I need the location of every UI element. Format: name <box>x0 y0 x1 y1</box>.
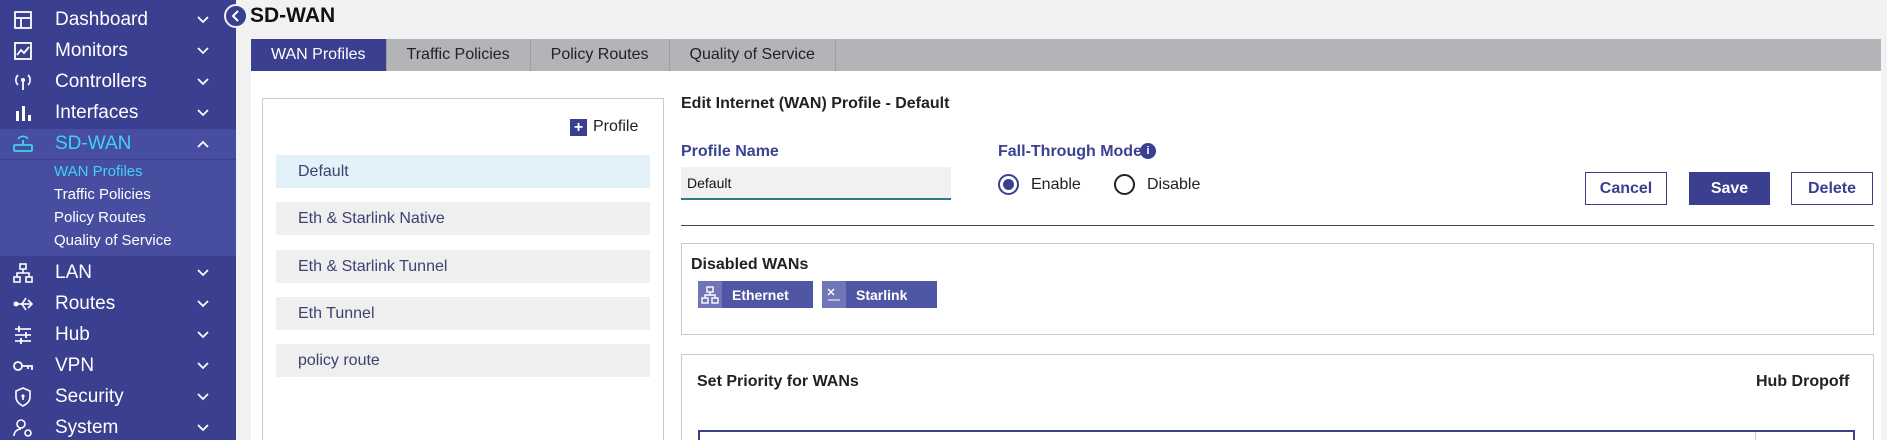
sdwan-icon <box>12 133 34 155</box>
chevron-down-icon <box>197 362 209 370</box>
sidebar-item-dashboard[interactable]: Dashboard <box>0 5 236 35</box>
sidebar-item-sdwan[interactable]: SD-WAN <box>0 129 236 159</box>
disabled-wans-title: Disabled WANs <box>691 256 809 273</box>
satellite-icon <box>822 281 846 308</box>
sidebar-item-hub[interactable]: Hub <box>0 320 236 350</box>
sidebar-collapse-button[interactable] <box>224 4 248 28</box>
divider <box>681 225 1874 226</box>
sidebar-item-routes[interactable]: Routes <box>0 289 236 319</box>
chevron-down-icon <box>197 393 209 401</box>
submenu-item-policy-routes[interactable]: Policy Routes <box>54 209 146 226</box>
profile-name-input[interactable] <box>681 167 951 200</box>
app-root: Dashboard Monitors Controllers Interface… <box>0 0 1887 440</box>
sidebar-item-label: Interfaces <box>55 102 139 123</box>
chevron-down-icon <box>197 16 209 24</box>
sidebar-item-label: Dashboard <box>55 9 148 30</box>
info-icon[interactable]: i <box>1140 143 1156 159</box>
hub-icon <box>12 324 34 346</box>
lan-icon <box>12 262 34 284</box>
chevron-up-icon <box>197 140 209 148</box>
save-button[interactable]: Save <box>1689 172 1770 205</box>
sidebar-item-label: System <box>55 417 119 438</box>
page-title: SD-WAN <box>250 4 336 27</box>
profile-item[interactable]: Eth & Starlink Native <box>276 202 650 235</box>
tab-traffic-policies[interactable]: Traffic Policies <box>387 39 531 71</box>
routes-icon <box>12 293 34 315</box>
chevron-down-icon <box>197 78 209 86</box>
submenu-item-wan-profiles[interactable]: WAN Profiles <box>54 163 143 180</box>
submenu-item-traffic-policies[interactable]: Traffic Policies <box>54 186 151 203</box>
network-icon <box>698 281 722 308</box>
sidebar-item-system[interactable]: System <box>0 413 236 440</box>
sidebar-item-security[interactable]: Security <box>0 382 236 412</box>
sidebar-item-label: Hub <box>55 324 90 345</box>
hub-dropoff-label: Hub Dropoff <box>1756 373 1850 390</box>
radio-label: Disable <box>1147 175 1201 193</box>
plus-icon: + <box>570 118 587 136</box>
wan-chip-starlink[interactable]: Starlink <box>822 281 937 308</box>
chevron-down-icon <box>197 424 209 432</box>
sidebar-item-monitors[interactable]: Monitors <box>0 36 236 66</box>
radio-unselected-icon <box>1114 174 1135 195</box>
sidebar-item-vpn[interactable]: VPN <box>0 351 236 381</box>
sidebar-item-label: VPN <box>55 355 95 376</box>
chevron-down-icon <box>197 47 209 55</box>
sdwan-submenu: WAN Profiles Traffic Policies Policy Rou… <box>0 160 236 256</box>
delete-button[interactable]: Delete <box>1791 172 1873 205</box>
submenu-item-quality-of-service[interactable]: Quality of Service <box>54 232 172 249</box>
table-column-divider <box>1755 432 1756 440</box>
profile-item[interactable]: policy route <box>276 344 650 377</box>
chevron-down-icon <box>197 300 209 308</box>
cancel-button[interactable]: Cancel <box>1585 172 1667 205</box>
sidebar-item-controllers[interactable]: Controllers <box>0 67 236 97</box>
fall-through-mode-label: Fall-Through Mode <box>998 143 1142 160</box>
chevron-down-icon <box>197 331 209 339</box>
monitors-icon <box>12 40 34 62</box>
interfaces-icon <box>12 102 34 124</box>
set-priority-title: Set Priority for WANs <box>697 373 859 390</box>
dashboard-icon <box>12 9 34 31</box>
profile-item[interactable]: Eth Tunnel <box>276 297 650 330</box>
profile-item-default[interactable]: Default <box>276 155 650 188</box>
wan-chip-label: Starlink <box>856 286 908 303</box>
sidebar-item-label: Controllers <box>55 71 147 92</box>
wan-priority-panel <box>681 354 1874 440</box>
radio-label: Enable <box>1031 175 1081 193</box>
wan-chip-label: Ethernet <box>732 286 789 303</box>
sidebar-item-label: Routes <box>55 293 116 314</box>
add-profile-label: Profile <box>593 118 639 135</box>
wan-chip-ethernet[interactable]: Ethernet <box>698 281 813 308</box>
security-icon <box>12 386 34 408</box>
chevron-down-icon <box>197 109 209 117</box>
tab-policy-routes[interactable]: Policy Routes <box>531 39 670 71</box>
sidebar-item-lan[interactable]: LAN <box>0 258 236 288</box>
tab-quality-of-service[interactable]: Quality of Service <box>670 39 836 71</box>
sidebar-item-label: LAN <box>55 262 92 283</box>
add-profile-button[interactable]: + Profile <box>570 118 638 136</box>
fall-through-disable-radio[interactable]: Disable <box>1114 174 1200 195</box>
sidebar-item-interfaces[interactable]: Interfaces <box>0 98 236 128</box>
edit-profile-title: Edit Internet (WAN) Profile - Default <box>681 95 950 112</box>
fall-through-enable-radio[interactable]: Enable <box>998 174 1081 195</box>
profile-name-label: Profile Name <box>681 143 779 160</box>
tab-wan-profiles[interactable]: WAN Profiles <box>251 39 387 71</box>
chevron-left-icon <box>231 10 239 22</box>
sidebar-item-label: SD-WAN <box>55 133 132 154</box>
controllers-icon <box>12 71 34 93</box>
chevron-down-icon <box>197 269 209 277</box>
priority-table <box>698 430 1855 440</box>
radio-selected-icon <box>998 174 1019 195</box>
sidebar: Dashboard Monitors Controllers Interface… <box>0 0 236 440</box>
tab-bar: WAN Profiles Traffic Policies Policy Rou… <box>251 39 1881 71</box>
sidebar-item-label: Monitors <box>55 40 128 61</box>
profile-item[interactable]: Eth & Starlink Tunnel <box>276 250 650 283</box>
vpn-icon <box>12 355 34 377</box>
system-icon <box>12 417 34 439</box>
sidebar-item-label: Security <box>55 386 124 407</box>
